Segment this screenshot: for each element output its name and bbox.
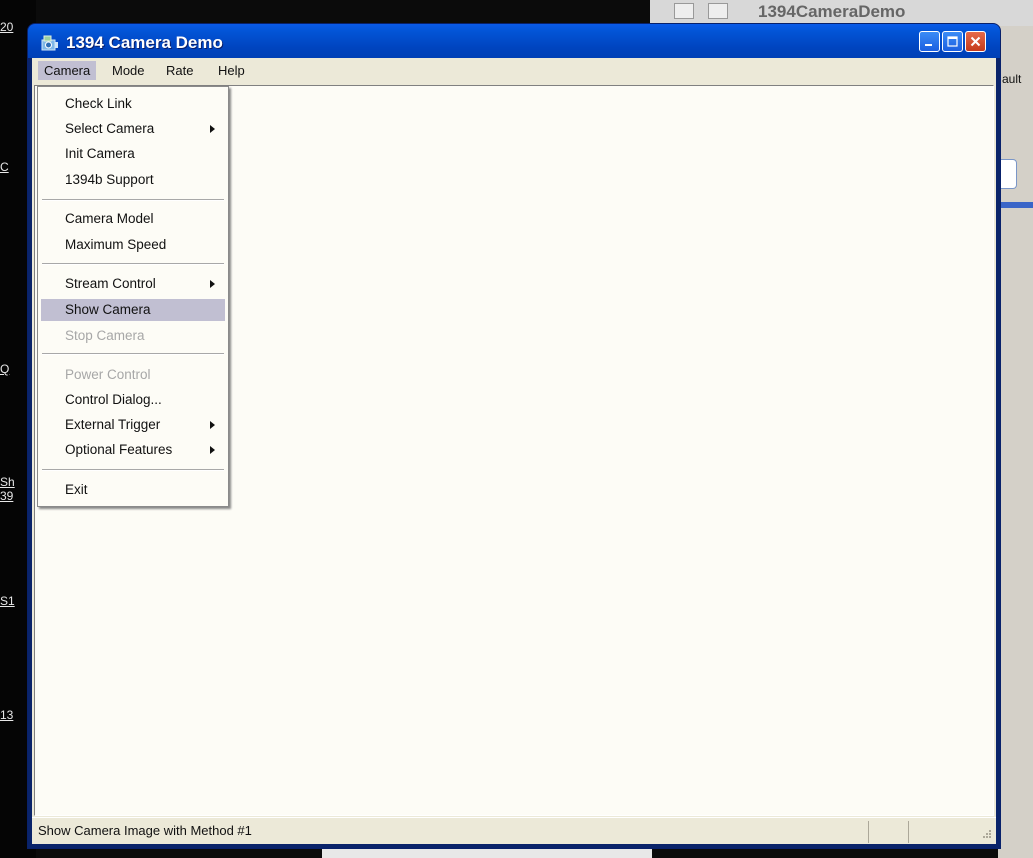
background-window-titlebar: 1394CameraDemo [650,0,1033,27]
menu-item-label: Optional Features [65,442,173,457]
menu-item-maximum-speed[interactable]: Maximum Speed [41,234,225,256]
menu-item-label: Control Dialog... [65,392,162,407]
menu-item-show-camera[interactable]: Show Camera [41,299,225,321]
menu-item-label: Init Camera [65,146,135,161]
background-window-panel: ault [998,26,1033,858]
menu-separator [42,199,224,201]
menu-item-control-dialog[interactable]: Control Dialog... [41,389,225,411]
background-tab-icon[interactable] [708,3,728,19]
minimize-button[interactable] [919,31,940,52]
menu-bar: Camera Mode Rate Help [32,58,996,83]
menu-rate[interactable]: Rate [160,61,199,80]
menu-item-label: Camera Model [65,211,154,226]
menu-item-label: Power Control [65,367,151,382]
background-input-field[interactable] [1000,159,1017,189]
maximize-icon [947,36,958,47]
desktop-label[interactable]: Sh [0,475,15,489]
menu-help[interactable]: Help [212,61,251,80]
menu-item-external-trigger[interactable]: External Trigger [41,414,225,436]
menu-item-check-link[interactable]: Check Link [41,93,225,115]
menu-item-label: Exit [65,482,88,497]
menu-separator [42,469,224,471]
menu-item-optional-features[interactable]: Optional Features [41,439,225,461]
menu-item-power-control[interactable]: Power Control [41,364,225,386]
menu-item-label: Stop Camera [65,328,145,343]
background-tab-icon[interactable] [674,3,694,19]
close-button[interactable] [965,31,986,52]
status-pane-divider [908,821,909,843]
close-icon [970,36,981,47]
resize-grip-icon[interactable] [980,829,992,841]
menu-item-label: Maximum Speed [65,237,167,252]
desktop-label[interactable]: S1 [0,594,15,608]
menu-item-init-camera[interactable]: Init Camera [41,143,225,165]
window-titlebar[interactable]: 1394 Camera Demo [28,24,1000,58]
menu-separator [42,353,224,355]
minimize-icon [925,44,932,46]
window-title: 1394 Camera Demo [66,33,223,52]
submenu-arrow-icon [210,446,215,454]
background-panel-text: ault [1002,72,1022,86]
menu-item-camera-model[interactable]: Camera Model [41,208,225,230]
submenu-arrow-icon [210,125,215,133]
menu-item-label: 1394b Support [65,172,154,187]
status-pane-divider [868,821,869,843]
desktop-label[interactable]: 20 [0,20,13,34]
menu-item-label: Check Link [65,96,132,111]
desktop-label[interactable]: Q [0,362,9,376]
menu-item-1394b-support[interactable]: 1394b Support [41,169,225,191]
maximize-button[interactable] [942,31,963,52]
menu-camera[interactable]: Camera [38,61,97,80]
menu-item-label: Stream Control [65,276,156,291]
background-window-title: 1394CameraDemo [758,2,906,21]
menu-item-select-camera[interactable]: Select Camera [41,118,225,140]
menu-item-label: Show Camera [65,302,151,317]
background-blue-bar [998,202,1033,208]
menu-item-label: Select Camera [65,121,155,136]
desktop-label[interactable]: 39 [0,489,13,503]
menu-item-exit[interactable]: Exit [41,479,225,501]
menu-separator [42,263,224,265]
submenu-arrow-icon [210,421,215,429]
desktop-label[interactable]: C [0,160,9,174]
status-bar: Show Camera Image with Method #1 [32,817,996,844]
camera-dropdown-menu: Check Link Select Camera Init Camera 139… [37,86,229,507]
submenu-arrow-icon [210,280,215,288]
menu-item-stream-control[interactable]: Stream Control [41,273,225,295]
status-text: Show Camera Image with Method #1 [38,823,252,838]
menu-mode[interactable]: Mode [106,61,151,80]
camera-app-icon[interactable] [40,34,60,52]
desktop-label[interactable]: 13 [0,708,13,722]
menu-item-label: External Trigger [65,417,161,432]
menu-item-stop-camera[interactable]: Stop Camera [41,325,225,347]
